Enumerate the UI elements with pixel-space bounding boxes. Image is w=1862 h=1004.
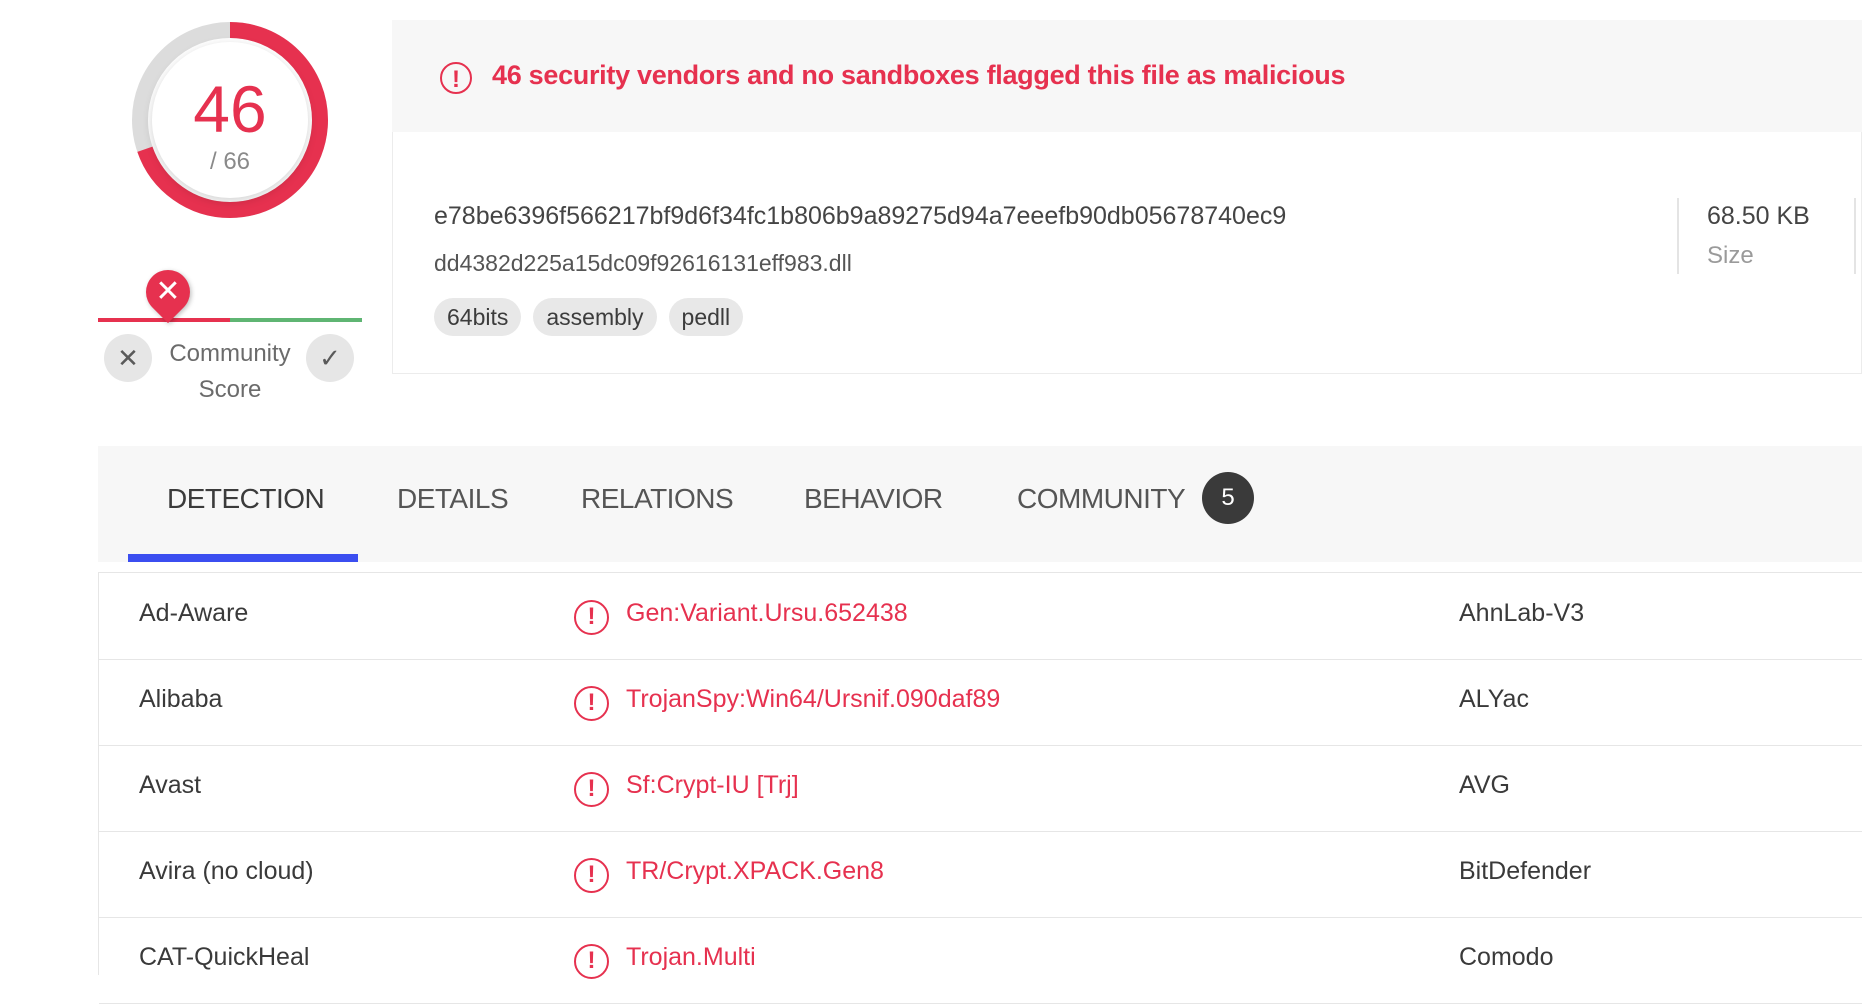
vendor-name: Avast <box>139 771 202 799</box>
table-row: Avira (no cloud) ! TR/Crypt.XPACK.Gen8 B… <box>99 831 1862 918</box>
total-engines: / 66 <box>209 148 251 175</box>
alert-circle-icon: ! <box>574 772 609 807</box>
alert-circle-icon: ! <box>574 858 609 893</box>
alert-circle-icon: ! <box>574 686 609 721</box>
tag-pedll[interactable]: pedll <box>668 298 744 336</box>
alert-message: 46 security vendors and no sandboxes fla… <box>492 60 1346 90</box>
tag-64bits[interactable]: 64bits <box>434 298 522 336</box>
vendor-name: AVG <box>1459 771 1510 799</box>
tab-bar <box>98 446 1862 562</box>
vendor-name: Comodo <box>1459 943 1554 971</box>
tab-relations[interactable]: RELATIONS <box>581 483 734 515</box>
community-count-badge: 5 <box>1202 472 1254 524</box>
file-tags: 64bits assembly pedll <box>434 298 744 336</box>
community-score-label: Community Score <box>169 340 291 403</box>
file-name: dd4382d225a15dc09f92616131eff983.dll <box>434 250 852 276</box>
upvote-button[interactable]: ✓ <box>306 334 354 382</box>
detection-result: TR/Crypt.XPACK.Gen8 <box>626 857 884 885</box>
tab-community[interactable]: COMMUNITY <box>1017 483 1186 515</box>
tag-assembly[interactable]: assembly <box>533 298 657 336</box>
vendor-name: ALYac <box>1459 685 1529 713</box>
check-icon: ✓ <box>319 343 341 373</box>
community-score-good-bar <box>230 318 362 322</box>
table-row: CAT-QuickHeal ! Trojan.Multi Comodo <box>99 917 1862 1004</box>
vendor-name: Alibaba <box>139 685 223 713</box>
tab-details[interactable]: DETAILS <box>397 483 509 515</box>
divider <box>1854 198 1856 274</box>
community-score-marker: ✕ <box>136 260 200 324</box>
file-size-value: 68.50 KB <box>1707 202 1810 230</box>
vendor-name: CAT-QuickHeal <box>139 943 310 971</box>
detection-table: Ad-Aware ! Gen:Variant.Ursu.652438 AhnLa… <box>98 572 1862 1004</box>
x-icon: ✕ <box>117 343 139 373</box>
vendor-name: Ad-Aware <box>139 599 249 627</box>
vendor-name: AhnLab-V3 <box>1459 599 1585 627</box>
file-hash[interactable]: e78be6396f566217bf9d6f34fc1b806b9a89275d… <box>434 202 1286 231</box>
table-row: Ad-Aware ! Gen:Variant.Ursu.652438 AhnLa… <box>99 573 1862 660</box>
table-row: Avast ! Sf:Crypt-IU [Trj] AVG <box>99 745 1862 832</box>
x-marker-icon: ✕ <box>155 275 181 308</box>
vendor-name: BitDefender <box>1459 857 1592 885</box>
alert-circle-icon: ! <box>440 62 472 94</box>
tab-behavior[interactable]: BEHAVIOR <box>804 483 943 515</box>
table-row: Alibaba ! TrojanSpy:Win64/Ursnif.090daf8… <box>99 659 1862 746</box>
detection-result: TrojanSpy:Win64/Ursnif.090daf89 <box>626 685 1001 713</box>
vendor-name: Avira (no cloud) <box>139 857 314 885</box>
detected-count: 46 <box>193 72 267 146</box>
tab-detection[interactable]: DETECTION <box>167 483 325 515</box>
downvote-button[interactable]: ✕ <box>104 334 152 382</box>
score-center: 46 / 66 <box>152 42 308 198</box>
alert-circle-icon: ! <box>574 600 609 635</box>
active-tab-indicator <box>128 554 358 562</box>
detection-result: Sf:Crypt-IU [Trj] <box>626 771 799 799</box>
file-size-label: Size <box>1707 242 1754 269</box>
detection-result: Trojan.Multi <box>626 943 756 971</box>
divider <box>1677 198 1679 274</box>
detection-score-ring: 46 / 66 <box>128 18 332 222</box>
detection-result: Gen:Variant.Ursu.652438 <box>626 599 908 627</box>
